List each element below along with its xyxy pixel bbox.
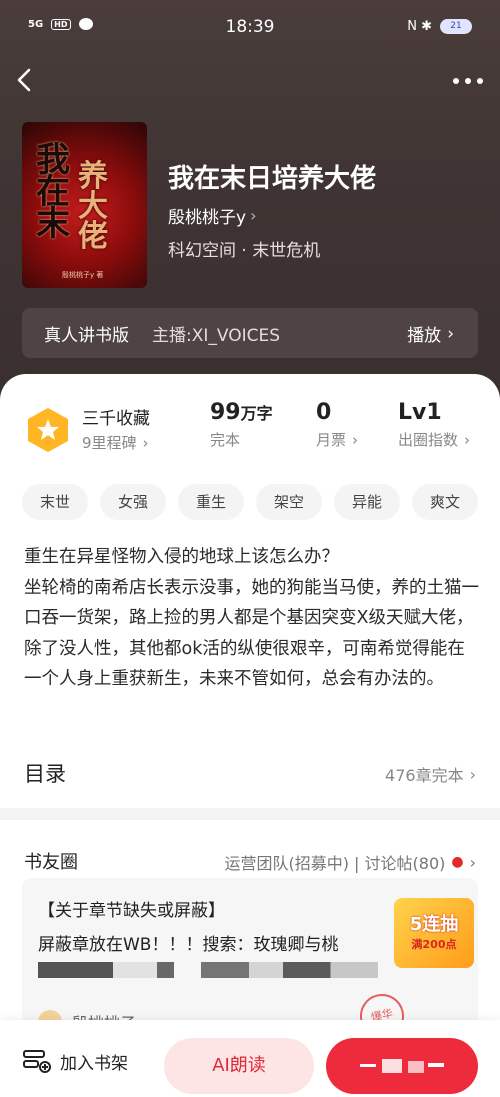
author-link[interactable]: 殷桃桃子y › — [168, 203, 256, 228]
chevron-right-icon: › — [250, 206, 257, 225]
toc-title: 目录 — [24, 762, 66, 786]
tag[interactable]: 重生 — [178, 484, 244, 520]
circle-title: 书友圈 — [24, 852, 78, 873]
bottom-action-bar: 加入书架 AI朗读 — [0, 1020, 500, 1097]
back-button[interactable] — [10, 62, 40, 98]
ticket-label: 月票 — [316, 431, 347, 449]
section-divider — [0, 808, 500, 820]
star-badge-icon — [28, 408, 68, 452]
table-of-contents-row[interactable]: 目录 476章完本 › — [24, 754, 476, 794]
status-right: N ✱ 21 — [407, 19, 472, 34]
audio-book-bar[interactable]: 真人讲书版 主播:XI_VOICES 播放 › — [22, 308, 478, 358]
book-genre: 科幻空间 · 末世危机 — [168, 241, 321, 261]
book-content: 三千收藏 9里程碑 › 99万字 完本 0 月票 › Lv1 出圈指数 › 末世 女… — [0, 374, 500, 1097]
more-button[interactable] — [448, 66, 488, 96]
chevron-right-icon: › — [142, 433, 149, 452]
level-label: 出圈指数 — [398, 431, 459, 449]
cover-title-1: 我在末 — [36, 140, 70, 244]
shelf-label: 加入书架 — [60, 1053, 128, 1074]
monthly-ticket-stat[interactable]: 0 月票 › — [316, 400, 358, 450]
tag[interactable]: 女强 — [100, 484, 166, 520]
level-value: Lv1 — [398, 400, 442, 425]
author-name: 殷桃桃子y — [168, 208, 247, 228]
award-name: 三千收藏 — [82, 409, 150, 429]
chevron-right-icon: › — [469, 764, 476, 784]
word-count-value: 99 — [210, 400, 241, 425]
word-count-label: 完本 — [210, 431, 241, 449]
promo-top: 5连抽 — [409, 914, 459, 935]
tag[interactable]: 架空 — [256, 484, 322, 520]
add-to-shelf-button[interactable]: 加入书架 — [22, 1048, 128, 1074]
stats-row: 三千收藏 9里程碑 › 99万字 完本 0 月票 › Lv1 出圈指数 › — [0, 400, 500, 462]
milestone-link[interactable]: 9里程碑 › — [82, 432, 149, 453]
battery-icon: 21 — [440, 19, 472, 34]
top-nav — [0, 58, 500, 102]
word-count-unit: 万字 — [240, 404, 273, 423]
circle-post[interactable]: 【关于章节缺失或屏蔽】 屏蔽章放在WB！！！搜索：玫瑰卿与桃 殷桃桃子y 5连抽… — [22, 878, 478, 1028]
tag-list: 末世 女强 重生 架空 异能 爽文 — [22, 484, 478, 520]
cover-author: 殷桃桃子y 著 — [62, 271, 104, 279]
audio-title: 真人讲书版 — [44, 326, 129, 346]
book-description[interactable]: 重生在异星怪物入侵的地球上该怎么办？ 坐轮椅的南希店长表示没事，她的狗能当马使，… — [24, 542, 480, 695]
cover-title-2: 养大佬 — [78, 159, 108, 254]
status-bar: 5G HD 18:39 N ✱ 21 — [0, 0, 500, 56]
book-circle-header: 书友圈 运营团队(招募中) | 讨论帖(80) ● › — [24, 848, 476, 876]
popularity-stat[interactable]: Lv1 出圈指数 › — [398, 400, 470, 450]
more-dot — [477, 78, 483, 84]
read-label-blurred-icon — [360, 1059, 444, 1073]
lottery-promo-badge[interactable]: 5连抽 满200点 — [394, 898, 474, 968]
circle-links[interactable]: 运营团队(招募中) | 讨论帖(80) ● › — [224, 850, 476, 874]
word-count-stat: 99万字 完本 — [210, 400, 273, 450]
tag[interactable]: 末世 — [22, 484, 88, 520]
chevron-right-icon: › — [469, 852, 476, 872]
post-body: 屏蔽章放在WB！！！搜索：玫瑰卿与桃 — [38, 935, 339, 955]
circle-links-text: 运营团队(招募中) | 讨论帖(80) — [224, 854, 446, 873]
play-button[interactable]: 播放 › — [407, 321, 454, 347]
more-dot — [453, 78, 459, 84]
promo-bottom: 满200点 — [411, 938, 457, 951]
ticket-value: 0 — [316, 400, 332, 425]
back-arrow-icon — [17, 68, 31, 92]
fire-icon: ● — [451, 854, 464, 870]
chevron-right-icon: › — [352, 430, 359, 449]
tag[interactable]: 异能 — [334, 484, 400, 520]
bookshelf-add-icon — [23, 1050, 51, 1073]
audio-host: 主播:XI_VOICES — [152, 326, 281, 346]
book-cover[interactable]: 我在末 养大佬 殷桃桃子y 著 — [22, 122, 147, 288]
book-title: 我在末日培养大佬 — [168, 164, 377, 194]
chevron-right-icon: › — [447, 323, 454, 344]
post-blurred-line — [38, 962, 378, 978]
ai-read-button[interactable]: AI朗读 — [164, 1038, 314, 1094]
more-dot — [465, 78, 471, 84]
read-button[interactable] — [326, 1038, 478, 1094]
toc-info: 476章完本 — [385, 766, 464, 785]
nfc-bluetooth-icon: N ✱ — [407, 19, 432, 34]
milestone-label: 9里程碑 — [82, 434, 137, 452]
play-label: 播放 — [407, 326, 442, 346]
chevron-right-icon: › — [464, 430, 471, 449]
post-title: 【关于章节缺失或屏蔽】 — [38, 901, 225, 921]
tag[interactable]: 爽文 — [412, 484, 478, 520]
